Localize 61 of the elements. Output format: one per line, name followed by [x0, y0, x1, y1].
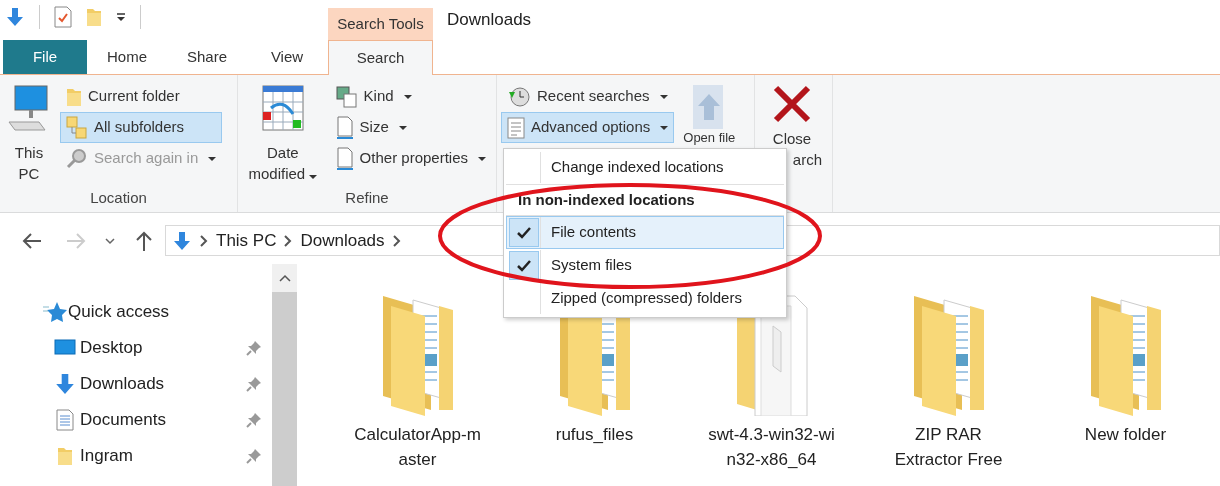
desktop-icon	[54, 339, 76, 357]
file-name[interactable]: rufus_files	[526, 422, 663, 447]
file-name[interactable]: New folder	[1057, 422, 1194, 447]
download-arrow-icon	[5, 7, 25, 27]
breadcrumb[interactable]: Downloads	[300, 227, 385, 254]
group-label: Location	[89, 188, 148, 208]
download-arrow-icon	[54, 373, 76, 395]
computer-icon	[7, 84, 51, 134]
this-pc-button[interactable]: This PC	[4, 81, 54, 187]
back-icon[interactable]	[21, 231, 43, 250]
file-name[interactable]: swt-4.3-win32-win32-x86_64	[703, 422, 840, 472]
group-label: Refine	[344, 188, 390, 208]
contextual-tab-label: Search Tools	[328, 8, 433, 40]
properties-icon	[54, 6, 72, 28]
star-icon	[43, 301, 67, 323]
subfolders-icon	[66, 115, 88, 140]
nav-item[interactable]: Quick access	[68, 299, 262, 325]
list-icon	[507, 116, 525, 139]
nav-item[interactable]: Downloads	[80, 371, 246, 397]
ribbon-tab[interactable]: View	[247, 40, 327, 74]
advanced-options-button[interactable]: Advanced options	[501, 112, 675, 143]
recent-locations-icon[interactable]	[104, 236, 116, 245]
nav-item[interactable]: Documents	[80, 407, 246, 433]
filter-button[interactable]: Other properties	[329, 143, 492, 174]
up-icon[interactable]	[135, 229, 153, 252]
document-icon	[56, 409, 74, 431]
calendar-icon	[260, 84, 305, 134]
downloads-icon	[172, 230, 192, 251]
folder-icon	[66, 86, 82, 107]
breadcrumb[interactable]: This PC	[216, 227, 277, 254]
menu-item[interactable]: File contents	[506, 216, 784, 249]
menu-item[interactable]: System files	[506, 249, 784, 282]
chevron-icon[interactable]	[284, 234, 293, 247]
customize-toolbar-icon	[116, 11, 126, 23]
new-folder-icon	[86, 7, 102, 27]
clock-icon	[507, 85, 531, 108]
kind-icon	[335, 85, 358, 108]
ribbon-tab[interactable]: Search	[328, 40, 433, 75]
magnifier-icon	[66, 147, 88, 170]
scroll-up-icon[interactable]	[278, 274, 291, 282]
close-icon	[772, 84, 812, 124]
date-modified-button[interactable]: Date modified	[242, 81, 324, 187]
file-name[interactable]: ZIP RAR Extractor Free	[880, 422, 1017, 472]
folder-icon	[57, 446, 73, 466]
file-tab[interactable]: File	[3, 40, 87, 74]
filter-button[interactable]: Kind	[329, 81, 492, 112]
chevron-icon[interactable]	[392, 234, 401, 247]
scope-option[interactable]: Current folder	[60, 81, 223, 112]
window-title: Downloads	[446, 8, 532, 31]
nav-item[interactable]: Ingram	[80, 443, 246, 469]
scope-option[interactable]: All subfolders	[60, 112, 223, 143]
chevron-icon[interactable]	[200, 234, 208, 247]
filter-button[interactable]: Size	[329, 112, 492, 143]
document-icon	[335, 115, 354, 140]
file-name[interactable]: CalculatorApp-master	[349, 422, 486, 472]
nav-item[interactable]: Desktop	[80, 335, 246, 361]
document-icon	[335, 146, 354, 171]
ribbon-tab[interactable]: Home	[87, 40, 167, 74]
menu-item[interactable]: Zipped (compressed) folders	[506, 282, 784, 315]
recent-searches-button[interactable]: Recent searches	[501, 81, 675, 112]
ribbon-tab[interactable]: Share	[167, 40, 247, 74]
